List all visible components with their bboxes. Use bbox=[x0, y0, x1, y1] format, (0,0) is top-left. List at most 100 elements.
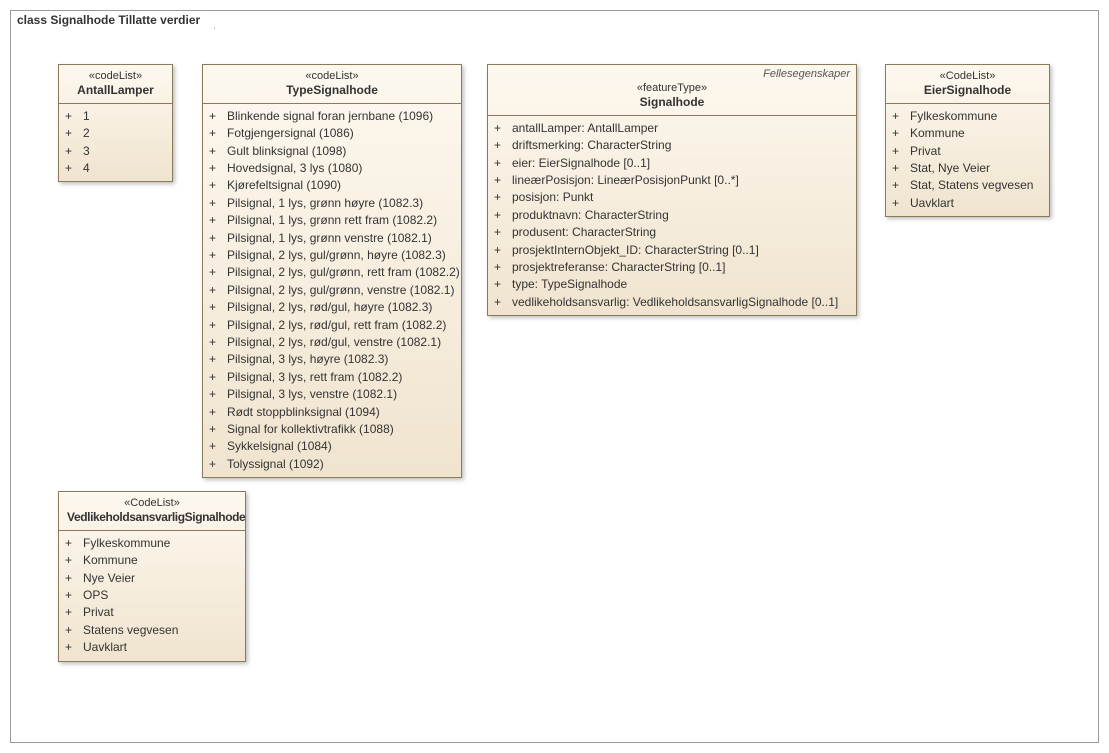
attribute-row: +Pilsignal, 2 lys, rød/gul, høyre (1082.… bbox=[209, 299, 455, 316]
visibility-marker: + bbox=[65, 143, 73, 160]
attribute-text: Nye Veier bbox=[83, 570, 135, 587]
attribute-row: + Kjørefeltsignal (1090) bbox=[209, 177, 455, 194]
attribute-row: +Kommune bbox=[65, 552, 239, 569]
visibility-marker: + bbox=[892, 125, 900, 142]
attribute-text: Hovedsignal, 3 lys (1080) bbox=[227, 160, 362, 177]
class-head: «codeList» TypeSignalhode bbox=[203, 65, 461, 104]
visibility-marker: + bbox=[209, 108, 217, 125]
attribute-row: + prosjektreferanse: CharacterString [0..… bbox=[494, 259, 850, 276]
visibility-marker: + bbox=[209, 438, 217, 455]
visibility-marker: + bbox=[209, 334, 217, 351]
stereotype-label: «CodeList» bbox=[894, 69, 1041, 83]
visibility-marker: + bbox=[494, 137, 502, 154]
attribute-row: + Hovedsignal, 3 lys (1080) bbox=[209, 160, 455, 177]
attribute-row: + OPS bbox=[65, 587, 239, 604]
visibility-marker: + bbox=[65, 108, 73, 125]
visibility-marker: + bbox=[65, 570, 73, 587]
attribute-text: Kjørefeltsignal (1090) bbox=[227, 177, 341, 194]
visibility-marker: + bbox=[65, 535, 73, 552]
visibility-marker: + bbox=[65, 125, 73, 142]
visibility-marker: + bbox=[209, 282, 217, 299]
visibility-marker: + bbox=[65, 622, 73, 639]
attribute-text: Pilsignal, 3 lys, høyre (1082.3) bbox=[227, 351, 388, 368]
frame-title-text: class Signalhode Tillatte verdier bbox=[17, 13, 200, 27]
visibility-marker: + bbox=[494, 207, 502, 224]
attribute-text: Stat, Statens vegvesen bbox=[910, 177, 1033, 194]
attribute-row: +Pilsignal, 3 lys, høyre (1082.3) bbox=[209, 351, 455, 368]
attribute-row: +Fylkeskommune bbox=[892, 108, 1043, 125]
attribute-text: Fylkeskommune bbox=[910, 108, 997, 125]
visibility-marker: + bbox=[209, 160, 217, 177]
attribute-text: Fotgjengersignal (1086) bbox=[227, 125, 354, 142]
attribute-row: +Fylkeskommune bbox=[65, 535, 239, 552]
visibility-marker: + bbox=[209, 386, 217, 403]
visibility-marker: + bbox=[209, 369, 217, 386]
attribute-text: Blinkende signal foran jernbane (1096) bbox=[227, 108, 433, 125]
frame-title: class Signalhode Tillatte verdier bbox=[10, 10, 215, 29]
attribute-text: posisjon: Punkt bbox=[512, 189, 593, 206]
stereotype-label: «codeList» bbox=[67, 69, 164, 83]
attribute-row: +eier: EierSignalhode [0..1] bbox=[494, 155, 850, 172]
class-antall-lamper: «codeList» AntallLamper +1+2+3+4 bbox=[58, 64, 173, 182]
attribute-text: Uavklart bbox=[83, 639, 127, 656]
attribute-row: +Tolyssignal (1092) bbox=[209, 456, 455, 473]
attribute-row: +Pilsignal, 1 lys, grønn rett fram (1082… bbox=[209, 212, 455, 229]
visibility-marker: + bbox=[494, 120, 502, 137]
visibility-marker: + bbox=[65, 587, 73, 604]
attribute-row: +prosjektInternObjekt_ID: CharacterStrin… bbox=[494, 242, 850, 259]
attribute-text: antallLamper: AntallLamper bbox=[512, 120, 658, 137]
visibility-marker: + bbox=[209, 143, 217, 160]
attribute-row: +Privat bbox=[65, 604, 239, 621]
attribute-row: +produktnavn: CharacterString bbox=[494, 207, 850, 224]
attribute-row: + antallLamper: AntallLamper bbox=[494, 120, 850, 137]
attribute-row: +Stat, Statens vegvesen bbox=[892, 177, 1043, 194]
attribute-row: +lineærPosisjon: LineærPosisjonPunkt [0.… bbox=[494, 172, 850, 189]
class-name: Signalhode bbox=[496, 95, 848, 111]
attribute-text: Pilsignal, 2 lys, gul/grønn, venstre (10… bbox=[227, 282, 454, 299]
visibility-marker: + bbox=[209, 125, 217, 142]
stereotype-label: «codeList» bbox=[211, 69, 453, 83]
class-head: «codeList» AntallLamper bbox=[59, 65, 172, 104]
attribute-row: +Pilsignal, 3 lys, rett fram (1082.2) bbox=[209, 369, 455, 386]
visibility-marker: + bbox=[209, 177, 217, 194]
attribute-row: +1 bbox=[65, 108, 166, 125]
stereotype-label: «featureType» bbox=[496, 81, 848, 95]
attribute-row: +produsent: CharacterString bbox=[494, 224, 850, 241]
visibility-marker: + bbox=[65, 639, 73, 656]
visibility-marker: + bbox=[65, 552, 73, 569]
visibility-marker: + bbox=[209, 264, 217, 281]
class-head: «CodeList» VedlikeholdsansvarligSignalho… bbox=[59, 492, 245, 531]
visibility-marker: + bbox=[494, 259, 502, 276]
visibility-marker: + bbox=[892, 143, 900, 160]
attribute-text: OPS bbox=[83, 587, 108, 604]
visibility-marker: + bbox=[494, 172, 502, 189]
attribute-row: + Kommune bbox=[892, 125, 1043, 142]
attribute-text: Pilsignal, 2 lys, gul/grønn, rett fram (… bbox=[227, 264, 460, 281]
class-body-eier-signalhode: +Fylkeskommune+Kommune+Privat+Stat, Nye … bbox=[886, 104, 1049, 216]
visibility-marker: + bbox=[209, 195, 217, 212]
class-body-antall-lamper: +1+2+3+4 bbox=[59, 104, 172, 182]
attribute-text: 3 bbox=[83, 143, 90, 160]
attribute-text: Pilsignal, 2 lys, rød/gul, rett fram (10… bbox=[227, 317, 446, 334]
attribute-text: Kommune bbox=[910, 125, 965, 142]
attribute-text: Pilsignal, 3 lys, venstre (1082.1) bbox=[227, 386, 397, 403]
stereotype-label: «CodeList» bbox=[67, 496, 237, 510]
attribute-row: + Pilsignal, 2 lys, gul/grønn, venstre (1… bbox=[209, 282, 455, 299]
attribute-row: +type: TypeSignalhode bbox=[494, 276, 850, 293]
attribute-text: 2 bbox=[83, 125, 90, 142]
attribute-row: + Gult blinksignal (1098) bbox=[209, 143, 455, 160]
visibility-marker: + bbox=[494, 242, 502, 259]
visibility-marker: + bbox=[209, 212, 217, 229]
attribute-text: prosjektreferanse: CharacterString [0..1… bbox=[512, 259, 725, 276]
attribute-row: +3 bbox=[65, 143, 166, 160]
visibility-marker: + bbox=[209, 421, 217, 438]
attribute-row: +Privat bbox=[892, 143, 1043, 160]
attribute-text: Pilsignal, 2 lys, rød/gul, venstre (1082… bbox=[227, 334, 441, 351]
attribute-text: 4 bbox=[83, 160, 90, 177]
attribute-text: Gult blinksignal (1098) bbox=[227, 143, 346, 160]
visibility-marker: + bbox=[65, 160, 73, 177]
class-body-type-signalhode: +Blinkende signal foran jernbane (1096)+… bbox=[203, 104, 461, 477]
attribute-row: + Fotgjengersignal (1086) bbox=[209, 125, 455, 142]
attribute-text: Pilsignal, 2 lys, rød/gul, høyre (1082.3… bbox=[227, 299, 432, 316]
attribute-text: 1 bbox=[83, 108, 90, 125]
